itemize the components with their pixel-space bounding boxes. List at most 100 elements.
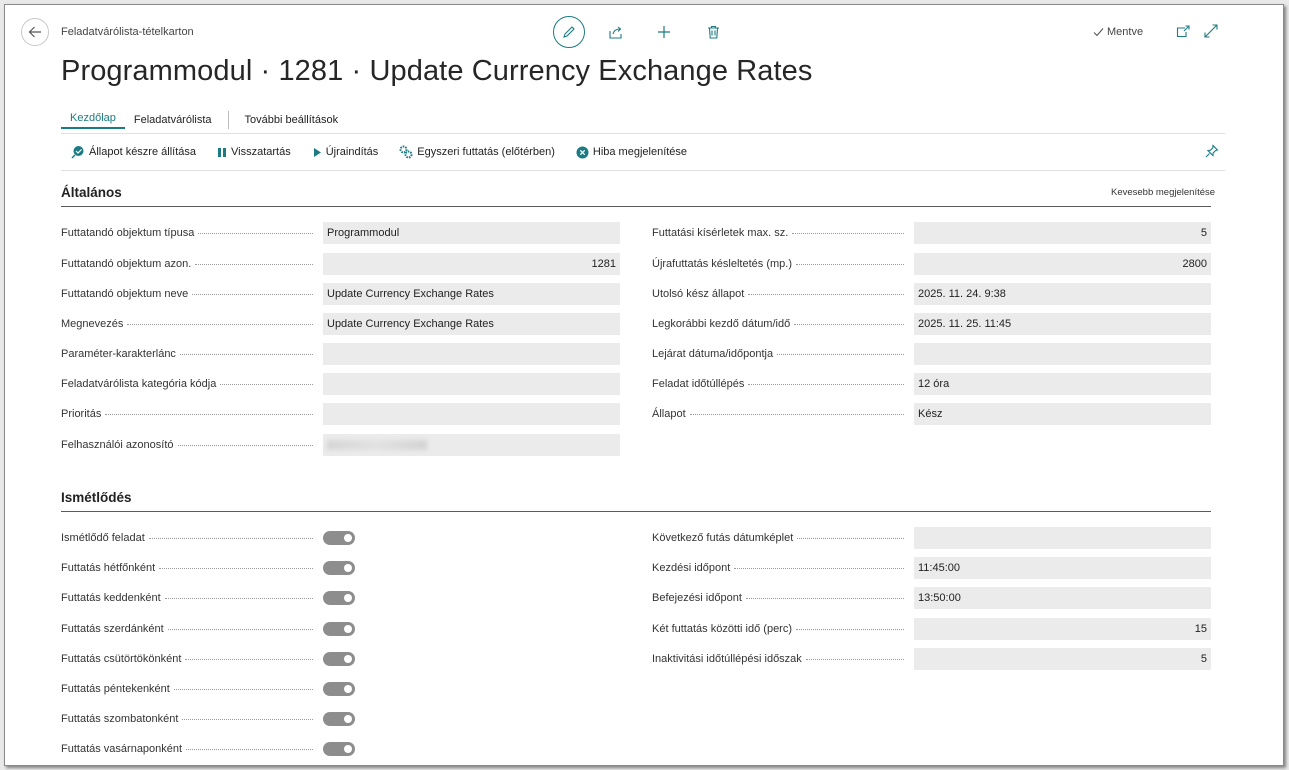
field-label: Következő futás dátumképlet <box>652 532 794 544</box>
field-status: Állapot Kész <box>652 403 1211 425</box>
category-code-input[interactable] <box>323 373 620 395</box>
action-label: Egyszeri futtatás (előtérben) <box>417 146 555 158</box>
tab-home[interactable]: Kezdőlap <box>61 110 125 129</box>
field-label: Állapot <box>652 408 686 420</box>
field-label: Befejezési időpont <box>652 592 742 604</box>
gears-icon <box>399 145 413 159</box>
show-less-link[interactable]: Kevesebb megjelenítése <box>1111 187 1215 198</box>
set-status-ready-button[interactable]: Állapot készre állítása <box>71 145 196 159</box>
new-button[interactable] <box>650 18 678 46</box>
tab-more-options[interactable]: További beállítások <box>236 112 348 128</box>
action-bar: Állapot készre állítása Visszatartás Újr… <box>61 133 1225 171</box>
field-job-timeout: Feladat időtúllépés 12 óra <box>652 373 1211 395</box>
action-label: Újraindítás <box>325 146 379 158</box>
earliest-start-input[interactable]: 2025. 11. 25. 11:45 <box>914 313 1211 335</box>
field-label: Futtatás szombatonként <box>61 713 179 725</box>
field-label: Futtatás csütörtökönként <box>61 653 182 665</box>
end-time-input[interactable]: 13:50:00 <box>914 587 1211 609</box>
field-parameter-string: Paraméter-karakterlánc <box>61 343 620 365</box>
field-label: Kezdési időpont <box>652 562 731 574</box>
expiration-input[interactable] <box>914 343 1211 365</box>
share-button[interactable] <box>601 18 629 46</box>
field-label: Futtatandó objektum azon. <box>61 258 192 270</box>
field-label: Futtatás keddenként <box>61 592 161 604</box>
field-label: Újrafuttatás késleltetés (mp.) <box>652 258 792 270</box>
top-toolbar <box>553 16 748 48</box>
open-new-window-icon <box>1176 24 1190 37</box>
object-id-input[interactable]: 1281 <box>323 253 620 275</box>
minutes-between-runs-input[interactable]: 15 <box>914 618 1211 640</box>
parameter-string-input[interactable] <box>323 343 620 365</box>
max-attempts-input[interactable]: 5 <box>914 222 1211 244</box>
inactivity-timeout-input[interactable]: 5 <box>914 648 1211 670</box>
run-sunday-toggle[interactable] <box>323 742 355 756</box>
field-next-run-formula: Következő futás dátumképlet <box>652 527 1211 549</box>
field-run-thursday: Futtatás csütörtökönként <box>61 648 355 670</box>
field-priority: Prioritás <box>61 403 620 425</box>
plus-icon <box>658 26 670 38</box>
recurring-job-toggle[interactable] <box>323 531 355 545</box>
object-type-input[interactable]: Programmodul <box>323 222 620 244</box>
user-id-input[interactable] <box>323 434 620 456</box>
status-input[interactable]: Kész <box>914 403 1211 425</box>
delete-button[interactable] <box>699 18 727 46</box>
field-rerun-delay: Újrafuttatás késleltetés (mp.) 2800 <box>652 253 1211 275</box>
checkmark-icon <box>1093 28 1104 37</box>
tab-bar: Kezdőlap Feladatvárólista További beállí… <box>61 110 347 129</box>
field-label: Lejárat dátuma/időpontja <box>652 348 774 360</box>
error-icon <box>576 146 589 158</box>
field-run-saturday: Futtatás szombatonként <box>61 708 355 730</box>
field-label: Két futtatás közötti idő (perc) <box>652 623 793 635</box>
run-monday-toggle[interactable] <box>323 561 355 575</box>
pin-action-bar-button[interactable] <box>1205 144 1219 161</box>
priority-input[interactable] <box>323 403 620 425</box>
restart-button[interactable]: Újraindítás <box>312 146 379 158</box>
run-friday-toggle[interactable] <box>323 682 355 696</box>
tab-job-queue[interactable]: Feladatvárólista <box>125 112 221 128</box>
run-tuesday-toggle[interactable] <box>323 591 355 605</box>
action-label: Állapot készre állítása <box>89 146 196 158</box>
expand-button[interactable] <box>1203 23 1219 39</box>
field-start-time: Kezdési időpont 11:45:00 <box>652 557 1211 579</box>
description-input[interactable]: Update Currency Exchange Rates <box>323 313 620 335</box>
field-label: Inaktivitási időtúllépési időszak <box>652 653 802 665</box>
field-run-friday: Futtatás péntekenként <box>61 678 355 700</box>
edit-button[interactable] <box>553 16 585 48</box>
run-thursday-toggle[interactable] <box>323 652 355 666</box>
share-icon <box>608 26 622 39</box>
run-wednesday-toggle[interactable] <box>323 622 355 636</box>
field-end-time: Befejezési időpont 13:50:00 <box>652 587 1211 609</box>
field-run-sunday: Futtatás vasárnaponként <box>61 738 355 760</box>
field-label: Futtatás vasárnaponként <box>61 743 183 755</box>
pin-icon <box>1205 144 1219 158</box>
field-minutes-between-runs: Két futtatás közötti idő (perc) 15 <box>652 618 1211 640</box>
next-run-formula-input[interactable] <box>914 527 1211 549</box>
field-label: Futtatás hétfőnként <box>61 562 156 574</box>
field-run-tuesday: Futtatás keddenként <box>61 587 355 609</box>
last-ready-state-input[interactable]: 2025. 11. 24. 9:38 <box>914 283 1211 305</box>
field-label: Legkorábbi kezdő dátum/idő <box>652 318 791 330</box>
on-hold-button[interactable]: Visszatartás <box>217 146 291 158</box>
field-label: Futtatás szerdánként <box>61 623 164 635</box>
field-expiration: Lejárat dátuma/időpontja <box>652 343 1211 365</box>
field-earliest-start: Legkorábbi kezdő dátum/idő 2025. 11. 25.… <box>652 313 1211 335</box>
object-name-input[interactable]: Update Currency Exchange Rates <box>323 283 620 305</box>
breadcrumb: Feladatvárólista-tételkarton <box>61 26 194 38</box>
field-run-monday: Futtatás hétfőnként <box>61 557 355 579</box>
pause-icon <box>218 147 226 157</box>
run-once-foreground-button[interactable]: Egyszeri futtatás (előtérben) <box>399 145 555 159</box>
back-button[interactable] <box>21 18 49 46</box>
rerun-delay-input[interactable]: 2800 <box>914 253 1211 275</box>
run-saturday-toggle[interactable] <box>323 712 355 726</box>
field-object-id: Futtatandó objektum azon. 1281 <box>61 253 620 275</box>
field-user-id: Felhasználói azonosító <box>61 434 620 456</box>
field-recurring-job: Ismétlődő feladat <box>61 527 355 549</box>
job-timeout-input[interactable]: 12 óra <box>914 373 1211 395</box>
field-label: Futtatandó objektum típusa <box>61 227 195 239</box>
field-max-attempts: Futtatási kísérletek max. sz. 5 <box>652 222 1211 244</box>
section-title-general: Általános <box>61 185 122 200</box>
show-error-button[interactable]: Hiba megjelenítése <box>576 146 687 159</box>
open-in-new-window-button[interactable] <box>1175 23 1191 39</box>
start-time-input[interactable]: 11:45:00 <box>914 557 1211 579</box>
arrow-left-icon <box>28 26 41 38</box>
